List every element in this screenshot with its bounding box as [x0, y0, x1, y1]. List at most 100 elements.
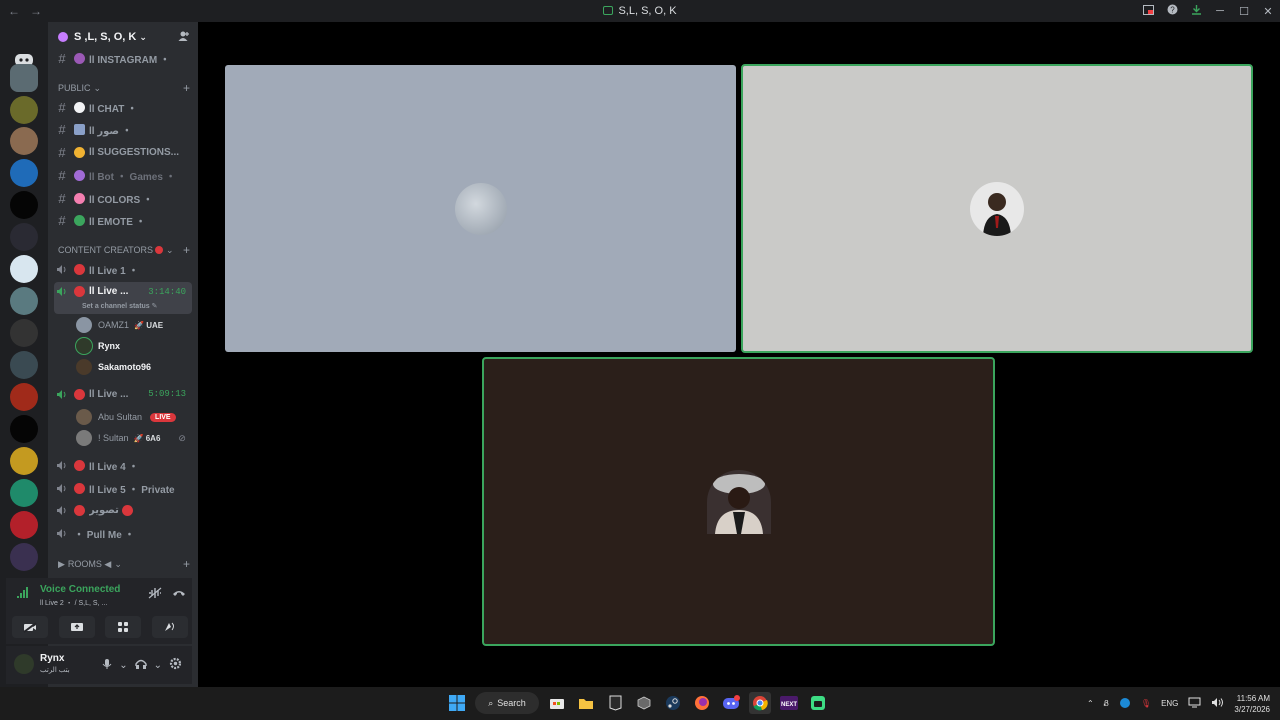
- participant-tile-speaking[interactable]: [482, 357, 995, 646]
- server-icon[interactable]: [10, 383, 38, 411]
- pencil-icon: ✎: [151, 303, 158, 310]
- server-icon[interactable]: [10, 447, 38, 475]
- channel-emote[interactable]: # ll EMOTE ・: [54, 210, 192, 230]
- close-icon[interactable]: ✕: [1256, 5, 1280, 18]
- category-rooms[interactable]: ▶ ROOMS ◀ ⌄ +: [58, 557, 190, 571]
- server-icon[interactable]: [10, 159, 38, 187]
- speaker-active-icon: [54, 286, 70, 297]
- category-content-creators[interactable]: CONTENT CREATORS ⌄ +: [58, 243, 190, 257]
- language-indicator[interactable]: ENG: [1161, 699, 1178, 708]
- noise-suppression-icon[interactable]: [148, 586, 162, 604]
- forward-arrow-icon[interactable]: →: [30, 4, 42, 18]
- voice-user[interactable]: Rynx: [75, 337, 120, 355]
- steam-icon[interactable]: [662, 692, 684, 714]
- voice-channel-live2[interactable]: ll Live ... 3:14:40 Set a channel status…: [54, 282, 192, 314]
- clock[interactable]: 11:56 AM 3/27/2026: [1234, 693, 1270, 715]
- network-icon[interactable]: [1188, 697, 1201, 710]
- microphone-icon[interactable]: 🎙: [1141, 699, 1151, 708]
- next-app-icon[interactable]: NEXT: [778, 692, 800, 714]
- back-arrow-icon[interactable]: ←: [8, 4, 20, 18]
- camera-icon: [74, 123, 85, 135]
- windows-start-icon[interactable]: [446, 692, 468, 714]
- soundboard-icon[interactable]: [151, 616, 188, 638]
- chevron-down-icon[interactable]: ⌄: [119, 660, 127, 671]
- voice-channel-pull-me[interactable]: ・ Pull Me ・: [54, 523, 192, 543]
- epic-games-icon[interactable]: [604, 692, 626, 714]
- server-icon[interactable]: [10, 96, 38, 124]
- server-icon[interactable]: [10, 223, 38, 251]
- live-badge: LIVE: [150, 412, 176, 422]
- channel-colors[interactable]: # ll COLORS ・: [54, 188, 192, 208]
- file-explorer-icon[interactable]: [575, 692, 597, 714]
- voice-user[interactable]: OAMZ1 🚀 UAE: [76, 316, 163, 334]
- server-icon[interactable]: [10, 255, 38, 283]
- server-icon[interactable]: [10, 191, 38, 219]
- microphone-icon[interactable]: [102, 658, 112, 673]
- volume-icon[interactable]: [1211, 697, 1224, 710]
- channel-instagram[interactable]: # ll INSTAGRAM ・: [54, 48, 192, 68]
- user-tag: 🚀 6A6: [133, 433, 161, 443]
- minimize-icon[interactable]: ─: [1208, 5, 1232, 17]
- voice-user[interactable]: ! Sultan 🚀 6A6 ⊘: [76, 429, 186, 447]
- channel-suggestions[interactable]: # ll SUGGESTIONS...: [54, 142, 192, 162]
- server-icon[interactable]: [10, 127, 38, 155]
- avatar: [76, 409, 92, 425]
- app-cube-icon[interactable]: [633, 692, 655, 714]
- speaker-icon: [54, 528, 70, 539]
- voice-channel-live4[interactable]: ll Live 4 ・: [54, 455, 192, 475]
- participant-tile[interactable]: [225, 65, 736, 352]
- server-icon[interactable]: [10, 511, 38, 539]
- voice-connected-panel: Voice Connected ll Live 2 ・ / S,L, S, ..…: [6, 578, 192, 644]
- camera-off-icon[interactable]: [12, 616, 48, 638]
- voice-status[interactable]: Voice Connected: [40, 584, 120, 595]
- avatar[interactable]: [14, 654, 34, 674]
- voice-user[interactable]: Sakamoto96: [76, 358, 151, 376]
- weather-icon[interactable]: [1119, 697, 1131, 711]
- speaker-active-icon: [54, 389, 70, 400]
- invite-people-icon[interactable]: [178, 30, 190, 45]
- signal-icon[interactable]: [16, 586, 30, 605]
- voice-channel-tasweer[interactable]: تصوير: [54, 500, 192, 520]
- discord-icon[interactable]: [720, 692, 742, 714]
- activities-icon[interactable]: [105, 616, 142, 638]
- server-icon[interactable]: [10, 351, 38, 379]
- voice-channel-live3[interactable]: ll Live ... 5:09:13: [54, 384, 192, 404]
- channel-images[interactable]: # ll صور ・: [54, 119, 192, 139]
- voice-channel-live5[interactable]: ll Live 5 ・ Private: [54, 478, 192, 498]
- server-icon-active[interactable]: [10, 64, 38, 92]
- download-icon[interactable]: [1184, 4, 1208, 18]
- gear-icon[interactable]: [169, 657, 182, 673]
- create-channel-icon[interactable]: +: [183, 243, 190, 257]
- firefox-icon[interactable]: [691, 692, 713, 714]
- server-icon[interactable]: [10, 415, 38, 443]
- voice-channel-link[interactable]: ll Live 2 ・ / S,L, S, ...: [40, 598, 107, 608]
- chevron-down-icon[interactable]: ⌄: [154, 660, 162, 671]
- android-app-icon[interactable]: [807, 692, 829, 714]
- server-icon[interactable]: [10, 319, 38, 347]
- category-public[interactable]: PUBLIC ⌄ +: [58, 81, 190, 95]
- server-icon[interactable]: [10, 479, 38, 507]
- voice-user[interactable]: Abu Sultan LIVE: [76, 408, 176, 426]
- screen-share-icon[interactable]: [58, 616, 95, 638]
- headphones-icon[interactable]: [134, 658, 147, 673]
- store-icon[interactable]: [546, 692, 568, 714]
- maximize-icon[interactable]: ☐: [1232, 5, 1256, 18]
- chevron-up-icon[interactable]: ⌃: [1087, 699, 1094, 708]
- server-icon[interactable]: [10, 543, 38, 571]
- voice-channel-live1[interactable]: ll Live 1 ・: [54, 259, 192, 279]
- disconnect-icon[interactable]: [172, 586, 186, 604]
- chrome-icon[interactable]: [749, 692, 771, 714]
- help-icon[interactable]: ?: [1160, 4, 1184, 18]
- channel-bot-games[interactable]: # ll Bot ・ Games ・: [54, 165, 192, 185]
- channel-chat[interactable]: # ll CHAT ・: [54, 97, 192, 117]
- server-icon[interactable]: [10, 287, 38, 315]
- inbox-icon[interactable]: [1136, 4, 1160, 18]
- create-channel-icon[interactable]: +: [183, 81, 190, 95]
- create-channel-icon[interactable]: +: [183, 557, 190, 571]
- taskbar-search[interactable]: ⌕ Search: [475, 692, 539, 714]
- channel-status[interactable]: Set a channel status ✎: [82, 302, 158, 310]
- user-name[interactable]: Rynx: [40, 653, 64, 664]
- speaker-icon: [54, 264, 70, 275]
- participant-tile-speaking[interactable]: [741, 64, 1253, 353]
- tray-app-icon[interactable]: Ᏸ: [1104, 699, 1109, 709]
